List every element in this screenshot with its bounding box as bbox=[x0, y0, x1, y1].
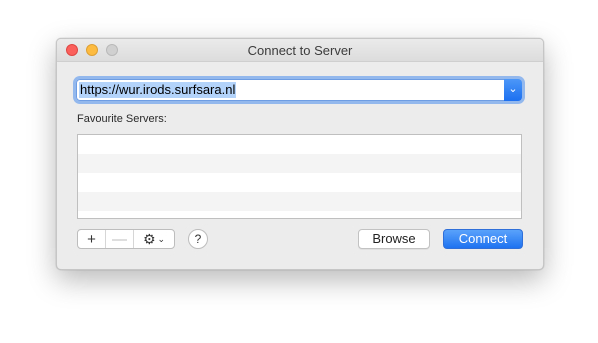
connect-to-server-window: Connect to Server https://wur.irods.surf… bbox=[56, 38, 544, 270]
title-bar[interactable]: Connect to Server bbox=[57, 39, 543, 62]
plus-icon: + bbox=[87, 230, 96, 248]
server-address-value[interactable]: https://wur.irods.surfsara.nl bbox=[79, 82, 237, 98]
window-title: Connect to Server bbox=[247, 43, 353, 58]
help-button[interactable]: ? bbox=[188, 229, 208, 249]
browse-button[interactable]: Browse bbox=[358, 229, 430, 249]
list-item[interactable] bbox=[78, 192, 521, 211]
server-address-field[interactable]: https://wur.irods.surfsara.nl ⌄ bbox=[76, 79, 522, 101]
connect-button[interactable]: Connect bbox=[443, 229, 523, 249]
list-item[interactable] bbox=[78, 173, 521, 192]
action-menu-button[interactable]: ⚙ ⌄ bbox=[134, 230, 174, 248]
favourite-servers-list[interactable] bbox=[77, 134, 522, 219]
list-item[interactable] bbox=[78, 154, 521, 173]
list-item[interactable] bbox=[78, 135, 521, 154]
chevron-down-icon: ⌄ bbox=[508, 83, 518, 95]
gear-icon: ⚙ bbox=[142, 230, 156, 247]
recent-servers-dropdown-button[interactable]: ⌄ bbox=[504, 79, 522, 101]
remove-favourite-button[interactable]: — bbox=[106, 230, 134, 248]
add-favourite-button[interactable]: + bbox=[78, 230, 106, 248]
minus-icon: — bbox=[112, 230, 127, 248]
favourite-servers-label: Favourite Servers: bbox=[77, 113, 167, 125]
chevron-down-icon: ⌄ bbox=[157, 233, 166, 244]
favourites-segmented-control: + — ⚙ ⌄ bbox=[77, 229, 175, 249]
